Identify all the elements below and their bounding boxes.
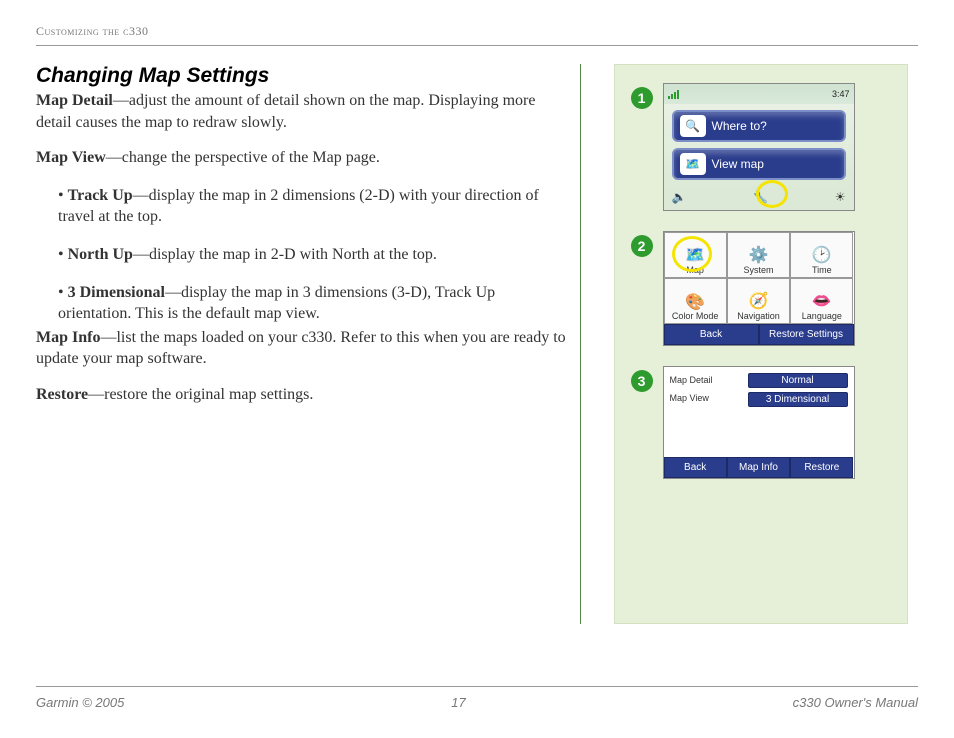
value-3d[interactable]: 3 Dimensional	[748, 392, 848, 407]
restore-settings-button[interactable]: Restore Settings	[759, 324, 854, 345]
device-screen-2: 🗺️Map ⚙️System 🕑Time 🎨Color Mode 🧭Naviga…	[663, 231, 855, 346]
back-button[interactable]: Back	[664, 324, 759, 345]
lips-icon: 👄	[812, 294, 832, 310]
grid-time[interactable]: 🕑Time	[790, 232, 853, 278]
signal-icon	[668, 89, 679, 99]
main-text-column: Changing Map Settings Map Detail—adjust …	[36, 64, 581, 624]
step-badge-1: 1	[631, 87, 653, 109]
magnifier-icon: 🔍	[680, 115, 706, 137]
grid-navigation[interactable]: 🧭Navigation	[727, 278, 790, 324]
map-info-para: Map Info—list the maps loaded on your c3…	[36, 327, 566, 370]
row-map-view: Map View	[670, 393, 742, 403]
step-3: 3 Map Detail Map View Normal 3 Dimension…	[631, 366, 891, 479]
map-icon: 🗺️	[685, 248, 705, 264]
page-footer: Garmin © 2005 17 c330 Owner's Manual	[36, 686, 918, 710]
view-map-button[interactable]: 🗺️ View map	[672, 148, 846, 180]
settings-wrench-icon[interactable]: 🔧	[753, 190, 768, 204]
map-view-para: Map View—change the perspective of the M…	[36, 147, 566, 169]
footer-page-number: 17	[451, 695, 465, 710]
map-detail-para: Map Detail—adjust the amount of detail s…	[36, 90, 566, 133]
palette-icon: 🎨	[685, 295, 705, 311]
grid-map[interactable]: 🗺️Map	[664, 232, 727, 278]
bullet-3d: 3 Dimensional—display the map in 3 dimen…	[58, 282, 566, 325]
footer-right: c330 Owner's Manual	[793, 695, 918, 710]
screenshots-sidebar: 1 3:47 🔍 Where to?	[614, 64, 908, 624]
step-1: 1 3:47 🔍 Where to?	[631, 83, 891, 211]
gear-icon: ⚙️	[749, 248, 769, 264]
footer-left: Garmin © 2005	[36, 695, 124, 710]
bullet-north-up: North Up—display the map in 2-D with Nor…	[58, 244, 566, 266]
step-badge-3: 3	[631, 370, 653, 392]
device-screen-1: 3:47 🔍 Where to? 🗺️ View map	[663, 83, 855, 211]
grid-color-mode[interactable]: 🎨Color Mode	[664, 278, 727, 324]
where-to-button[interactable]: 🔍 Where to?	[672, 110, 846, 142]
restore-para: Restore—restore the original map setting…	[36, 384, 566, 406]
section-title: Changing Map Settings	[36, 64, 566, 88]
map-icon: 🗺️	[680, 153, 706, 175]
grid-language[interactable]: 👄Language	[790, 278, 853, 324]
device-screen-3: Map Detail Map View Normal 3 Dimensional…	[663, 366, 855, 479]
step-badge-2: 2	[631, 235, 653, 257]
bullet-track-up: Track Up—display the map in 2 dimensions…	[58, 185, 566, 228]
clock-readout: 3:47	[832, 89, 850, 99]
restore-button[interactable]: Restore	[790, 457, 853, 478]
page-header: Customizing the c330	[36, 24, 918, 46]
clock-icon: 🕑	[812, 248, 832, 264]
volume-icon[interactable]: 🔈	[672, 190, 687, 204]
brightness-icon[interactable]: ☀	[835, 190, 846, 204]
compass-icon: 🧭	[749, 294, 769, 310]
step-2: 2 🗺️Map ⚙️System 🕑Time 🎨Color Mode 🧭Navi…	[631, 231, 891, 346]
value-normal[interactable]: Normal	[748, 373, 848, 388]
map-info-button[interactable]: Map Info	[727, 457, 790, 478]
row-map-detail: Map Detail	[670, 375, 742, 385]
grid-system[interactable]: ⚙️System	[727, 232, 790, 278]
back-button[interactable]: Back	[664, 457, 727, 478]
